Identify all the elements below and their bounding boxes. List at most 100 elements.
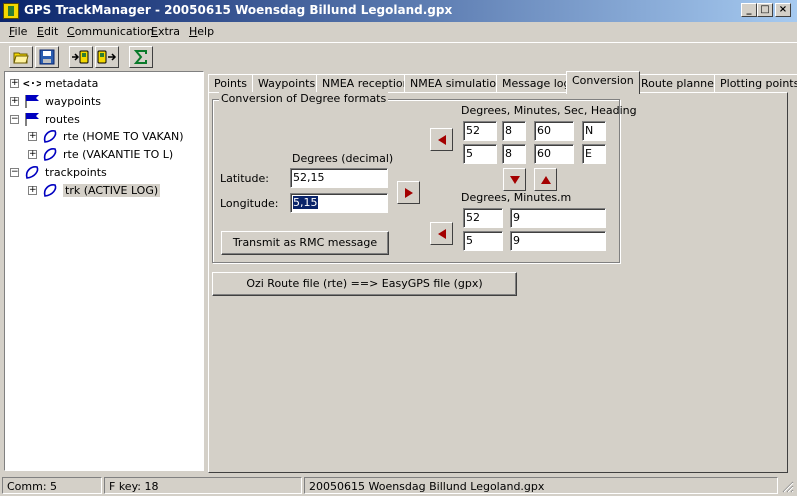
longitude-decimal-value: 5,15 xyxy=(293,196,318,209)
tree-node-label: metadata xyxy=(45,76,99,90)
tree-node-metadata[interactable]: + <·> metadata xyxy=(10,75,98,91)
degree-conversion-group: Conversion of Degree formats Degrees, Mi… xyxy=(212,92,637,263)
tab-nmea-simulation[interactable]: NMEA simulation xyxy=(404,74,510,93)
longitude-label: Longitude: xyxy=(220,197,279,210)
menu-file[interactable]: File xyxy=(9,25,27,38)
menu-communication[interactable]: Communication xyxy=(67,25,154,38)
ozi-to-easygps-button[interactable]: Ozi Route file (rte) ==> EasyGPS file (g… xyxy=(212,272,517,296)
tree-node-waypoints[interactable]: + waypoints xyxy=(10,93,101,109)
dms-to-decimal-button[interactable] xyxy=(430,128,453,151)
arrow-down-icon xyxy=(509,175,520,184)
open-folder-icon xyxy=(13,52,29,64)
send-to-gps-button[interactable] xyxy=(69,46,93,68)
window-title: GPS TrackManager - 20050615 Woensdag Bil… xyxy=(24,3,453,17)
dms-lat-minutes-input[interactable]: 8 xyxy=(502,121,526,141)
tab-route-planner[interactable]: Route planner xyxy=(635,74,725,93)
tree-node-label: trk (ACTIVE LOG) xyxy=(63,183,161,197)
tree-node-routes[interactable]: − routes xyxy=(10,111,80,127)
dm-to-dms-button[interactable] xyxy=(503,168,526,191)
dm-lon-minutes-input[interactable]: 9 xyxy=(510,231,606,251)
decimal-to-dms-button[interactable] xyxy=(397,181,420,204)
arrow-left-icon xyxy=(437,228,446,239)
dm-to-decimal-button[interactable] xyxy=(430,222,453,245)
dm-lat-minutes-input[interactable]: 9 xyxy=(510,208,606,228)
dms-header: Degrees, Minutes, Sec, Heading xyxy=(461,104,637,117)
menu-bar: File Edit Communication Extra Help xyxy=(0,22,797,42)
expand-icon[interactable]: + xyxy=(28,149,37,159)
arrow-right-icon xyxy=(404,187,413,198)
tree-node-label: waypoints xyxy=(45,94,102,108)
tree-node-label: trackpoints xyxy=(45,165,107,179)
minimize-button[interactable]: _ xyxy=(741,3,757,17)
status-bar: Comm: 5 F key: 18 20050615 Woensdag Bill… xyxy=(0,475,797,496)
title-bar: GPS TrackManager - 20050615 Woensdag Bil… xyxy=(0,0,797,22)
route-icon xyxy=(43,148,57,161)
latitude-label: Latitude: xyxy=(220,172,269,185)
expand-icon[interactable]: + xyxy=(10,78,19,88)
tree-node-label: rte (HOME TO VAKAN) xyxy=(63,129,184,143)
menu-edit[interactable]: Edit xyxy=(37,25,58,38)
tree-node-trackpoints[interactable]: − trackpoints xyxy=(10,164,107,180)
latitude-decimal-input[interactable]: 52,15 xyxy=(290,168,388,188)
arrow-left-icon xyxy=(437,134,446,145)
dms-lon-seconds-input[interactable]: 60 xyxy=(534,144,574,164)
toolbar xyxy=(0,42,797,70)
expand-icon[interactable]: + xyxy=(28,131,37,141)
transmit-rmc-button[interactable]: Transmit as RMC message xyxy=(221,231,389,255)
sigma-icon xyxy=(133,50,147,64)
open-button[interactable] xyxy=(9,46,33,68)
tree-node-label: routes xyxy=(45,112,80,126)
statistics-button[interactable] xyxy=(129,46,153,68)
app-icon[interactable] xyxy=(3,3,19,19)
dms-lon-minutes-input[interactable]: 8 xyxy=(502,144,526,164)
resize-grip-icon[interactable] xyxy=(782,481,794,493)
metadata-icon: <·> xyxy=(23,77,41,90)
dm-lon-degrees-input[interactable]: 5 xyxy=(463,231,503,251)
receive-from-gps-button[interactable] xyxy=(95,46,119,68)
tab-waypoints[interactable]: Waypoints xyxy=(252,74,322,93)
dm-header: Degrees, Minutes.m xyxy=(461,191,572,204)
route-icon xyxy=(43,130,57,143)
collapse-icon[interactable]: − xyxy=(10,114,19,124)
expand-icon[interactable]: + xyxy=(10,96,19,106)
flag-icon xyxy=(25,95,39,108)
menu-extra[interactable]: Extra xyxy=(151,25,180,38)
gpx-tree-view[interactable]: + <·> metadata + waypoints − routes + rt… xyxy=(4,71,204,471)
menu-help[interactable]: Help xyxy=(189,25,214,38)
tree-node-route-home-to-vakan[interactable]: + rte (HOME TO VAKAN) xyxy=(28,128,184,144)
tree-node-route-vakantie-to-l[interactable]: + rte (VAKANTIE TO L) xyxy=(28,146,173,162)
save-disk-icon xyxy=(39,49,55,65)
dms-lat-seconds-input[interactable]: 60 xyxy=(534,121,574,141)
collapse-icon[interactable]: − xyxy=(10,167,19,177)
dm-lat-degrees-input[interactable]: 52 xyxy=(463,208,503,228)
dms-to-dm-button[interactable] xyxy=(534,168,557,191)
dms-lat-degrees-input[interactable]: 52 xyxy=(463,121,497,141)
status-fkey: F key: 18 xyxy=(104,477,302,494)
group-title: Conversion of Degree formats xyxy=(219,92,389,105)
arrow-up-icon xyxy=(540,175,551,184)
tab-nmea-reception[interactable]: NMEA reception xyxy=(316,74,416,93)
track-icon xyxy=(43,184,57,197)
decimal-header: Degrees (decimal) xyxy=(292,152,394,165)
track-icon xyxy=(25,166,39,179)
download-from-device-icon xyxy=(97,50,117,64)
tree-node-track-active-log[interactable]: + trk (ACTIVE LOG) xyxy=(28,182,161,198)
save-button[interactable] xyxy=(35,46,59,68)
longitude-decimal-input[interactable]: 5,15 xyxy=(290,193,388,213)
close-button[interactable]: × xyxy=(775,3,791,17)
status-comm: Comm: 5 xyxy=(2,477,102,494)
tab-conversion[interactable]: Conversion xyxy=(566,71,640,94)
flag-icon xyxy=(25,113,39,126)
svg-text:<·>: <·> xyxy=(23,77,41,90)
expand-icon[interactable]: + xyxy=(28,185,37,195)
maximize-button[interactable]: □ xyxy=(757,3,773,17)
tree-node-label: rte (VAKANTIE TO L) xyxy=(63,147,174,161)
dms-lon-heading-input[interactable]: E xyxy=(582,144,606,164)
tab-plotting-points[interactable]: Plotting points xyxy=(714,74,797,93)
tab-message-log[interactable]: Message log xyxy=(496,74,577,93)
tab-points[interactable]: Points xyxy=(208,74,254,93)
dms-lat-heading-input[interactable]: N xyxy=(582,121,606,141)
status-file: 20050615 Woensdag Billund Legoland.gpx xyxy=(304,477,778,494)
conversion-panel: Conversion of Degree formats Degrees, Mi… xyxy=(208,92,788,473)
dms-lon-degrees-input[interactable]: 5 xyxy=(463,144,497,164)
